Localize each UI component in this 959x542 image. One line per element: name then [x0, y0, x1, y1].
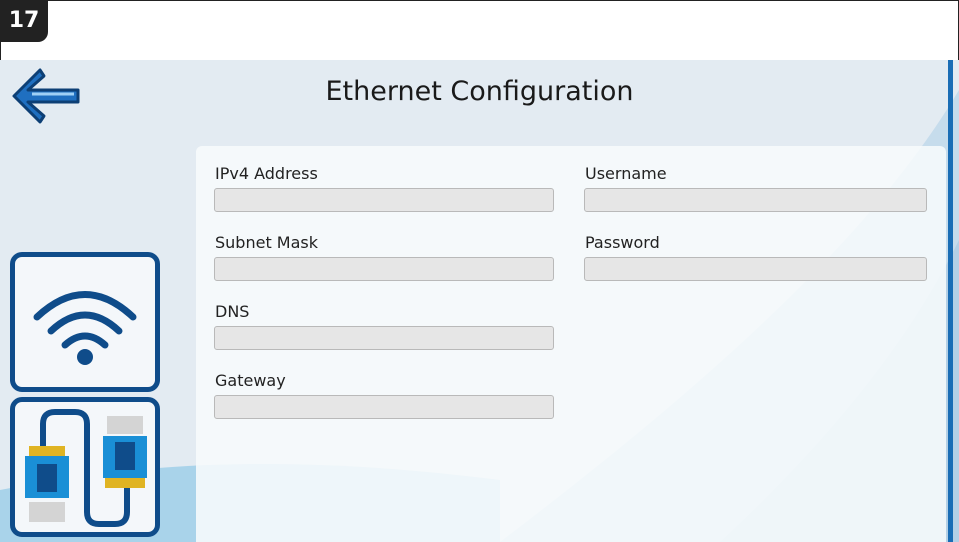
username-input[interactable]: [584, 188, 927, 212]
dns-label: DNS: [215, 302, 250, 321]
ethernet-tab[interactable]: [10, 397, 160, 537]
username-label: Username: [585, 164, 667, 183]
config-form-panel: IPv4 Address Subnet Mask DNS Gateway Use…: [196, 146, 946, 542]
subnet-mask-input[interactable]: [214, 257, 554, 281]
password-label: Password: [585, 233, 660, 252]
step-badge: 17: [0, 0, 48, 42]
ipv4-label: IPv4 Address: [215, 164, 318, 183]
ethernet-cable-icon: [25, 409, 147, 527]
subnet-mask-label: Subnet Mask: [215, 233, 319, 252]
page-title: Ethernet Configuration: [325, 76, 634, 107]
wifi-tab[interactable]: [10, 252, 160, 392]
dns-input[interactable]: [214, 326, 554, 350]
ipv4-input[interactable]: [214, 188, 554, 212]
wifi-icon: [33, 291, 137, 365]
ethernet-config-screen: Ethernet Configuration IPv4 Address Subn…: [0, 60, 959, 542]
gateway-label: Gateway: [215, 371, 286, 390]
gateway-input[interactable]: [214, 395, 554, 419]
password-input[interactable]: [584, 257, 927, 281]
screen-edge-bar: [948, 60, 953, 542]
